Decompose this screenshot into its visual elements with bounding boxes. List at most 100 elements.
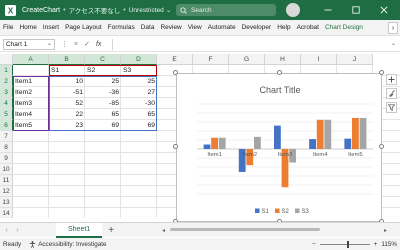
- column-header-c[interactable]: C: [85, 54, 121, 65]
- close-button[interactable]: [372, 0, 396, 20]
- ribbon-scroll-button[interactable]: ›: [388, 22, 398, 34]
- value-cell[interactable]: 22: [49, 109, 85, 120]
- zoom-slider-thumb[interactable]: [346, 240, 349, 248]
- value-cell[interactable]: 25: [121, 76, 157, 87]
- resize-handle-top-left[interactable]: [173, 70, 178, 75]
- maximize-button[interactable]: [344, 0, 368, 20]
- accessibility-status[interactable]: Accessibility: Investigate: [29, 241, 106, 248]
- tab-review[interactable]: Review: [157, 24, 184, 31]
- bar-s2-item1[interactable]: [211, 137, 219, 149]
- zoom-out-button[interactable]: −: [312, 241, 316, 248]
- bar-s2-item5[interactable]: [351, 117, 359, 149]
- tab-view[interactable]: View: [185, 24, 205, 31]
- value-cell[interactable]: -85: [85, 98, 121, 109]
- category-cell[interactable]: Item2: [13, 87, 49, 98]
- expand-formula-icon[interactable]: ⌄: [391, 40, 396, 47]
- chart-object[interactable]: Chart Title Item1 Item2 Item3 Item4 Item5 S1 S2…: [176, 73, 382, 222]
- sensitivity-label[interactable]: Unrestricted: [129, 7, 164, 14]
- category-cell[interactable]: Item3: [13, 98, 49, 109]
- tab-help[interactable]: Help: [274, 24, 293, 31]
- column-header-h[interactable]: H: [265, 54, 301, 65]
- chevron-down-icon[interactable]: ⌄: [166, 6, 171, 14]
- value-cell[interactable]: -30: [121, 98, 157, 109]
- value-cell[interactable]: 65: [85, 109, 121, 120]
- value-cell[interactable]: 69: [85, 120, 121, 131]
- cancel-entry-button[interactable]: ×: [74, 41, 78, 48]
- zoom-slider[interactable]: [319, 240, 370, 248]
- tab-data[interactable]: Data: [138, 24, 158, 31]
- row-header-11[interactable]: 11: [0, 175, 13, 186]
- bar-s1-item3[interactable]: [273, 125, 281, 149]
- value-cell[interactable]: 65: [121, 109, 157, 120]
- formula-input[interactable]: [112, 39, 386, 50]
- row-header-7[interactable]: 7: [0, 131, 13, 142]
- value-cell[interactable]: 10: [49, 76, 85, 87]
- row-header-9[interactable]: 9: [0, 153, 13, 164]
- bar-s3-item1[interactable]: [218, 137, 226, 149]
- category-cell[interactable]: Item5: [13, 120, 49, 131]
- tab-developer[interactable]: Developer: [239, 24, 275, 31]
- next-sheet-icon[interactable]: ›: [13, 227, 22, 234]
- row-header-12[interactable]: 12: [0, 186, 13, 197]
- row-header-4[interactable]: 4: [0, 98, 13, 109]
- row-header-8[interactable]: 8: [0, 142, 13, 153]
- column-header-g[interactable]: G: [229, 54, 265, 65]
- zoom-level[interactable]: 115%: [381, 241, 397, 248]
- row-header-6[interactable]: 6: [0, 120, 13, 131]
- chart-styles-button[interactable]: [386, 88, 397, 99]
- chart-filters-button[interactable]: [386, 102, 397, 113]
- resize-handle-top-right[interactable]: [379, 70, 384, 75]
- row-header-3[interactable]: 3: [0, 87, 13, 98]
- name-box[interactable]: Chart 1 ⌄: [3, 38, 55, 50]
- column-header-e[interactable]: E: [157, 54, 193, 65]
- bar-s2-item4[interactable]: [316, 119, 324, 149]
- zoom-in-button[interactable]: +: [374, 241, 378, 248]
- column-header-b[interactable]: B: [49, 54, 85, 65]
- confirm-entry-button[interactable]: ✓: [84, 40, 90, 48]
- chart-elements-button[interactable]: [386, 74, 397, 85]
- chart-canvas[interactable]: Chart Title Item1 Item2 Item3 Item4 Item5 S1 S2…: [177, 74, 383, 223]
- tab-insert[interactable]: Insert: [40, 24, 62, 31]
- insert-function-button[interactable]: fx: [96, 41, 101, 48]
- add-sheet-button[interactable]: +: [108, 225, 114, 236]
- series-header-cell[interactable]: S2: [85, 65, 121, 76]
- row-header-1[interactable]: 1: [0, 65, 13, 76]
- resize-handle-right[interactable]: [379, 144, 384, 149]
- column-header-j[interactable]: J: [337, 54, 373, 65]
- tab-chart-design[interactable]: Chart Design: [322, 24, 366, 31]
- category-cell[interactable]: Item4: [13, 109, 49, 120]
- avatar[interactable]: [286, 3, 300, 17]
- column-header-i[interactable]: I: [301, 54, 337, 65]
- bar-s3-item4[interactable]: [324, 119, 332, 149]
- resize-handle-left[interactable]: [173, 144, 178, 149]
- value-cell[interactable]: 23: [49, 120, 85, 131]
- bar-s1-item1[interactable]: [203, 144, 211, 150]
- resize-handle-top[interactable]: [277, 70, 282, 75]
- minimize-button[interactable]: [316, 0, 340, 20]
- horizontal-scrollbar[interactable]: ◂ ▸: [160, 226, 392, 233]
- bar-s3-item5[interactable]: [359, 117, 367, 149]
- column-header-d[interactable]: D: [121, 54, 157, 65]
- value-cell[interactable]: 25: [85, 76, 121, 87]
- value-cell[interactable]: -36: [85, 87, 121, 98]
- row-header-2[interactable]: 2: [0, 76, 13, 87]
- tab-home[interactable]: Home: [16, 24, 39, 31]
- tab-acrobat[interactable]: Acrobat: [294, 24, 322, 31]
- column-header-f[interactable]: F: [193, 54, 229, 65]
- prev-sheet-icon[interactable]: ‹: [2, 227, 11, 234]
- chart-title[interactable]: Chart Title: [259, 85, 300, 95]
- series-header-cell[interactable]: S1: [49, 65, 85, 76]
- column-header-a[interactable]: A: [13, 54, 49, 65]
- category-cell[interactable]: Item1: [13, 76, 49, 87]
- tab-file[interactable]: File: [0, 24, 16, 31]
- tab-page-layout[interactable]: Page Layout: [62, 24, 105, 31]
- row-header-13[interactable]: 13: [0, 197, 13, 208]
- value-cell[interactable]: 27: [121, 87, 157, 98]
- save-status[interactable]: アクセス不要なし: [69, 5, 121, 15]
- tab-formulas[interactable]: Formulas: [105, 24, 138, 31]
- series-header-cell[interactable]: S3: [121, 65, 157, 76]
- value-cell[interactable]: 52: [49, 98, 85, 109]
- row-header-10[interactable]: 10: [0, 164, 13, 175]
- tab-automate[interactable]: Automate: [205, 24, 239, 31]
- chevron-down-icon[interactable]: ⌄: [47, 40, 52, 47]
